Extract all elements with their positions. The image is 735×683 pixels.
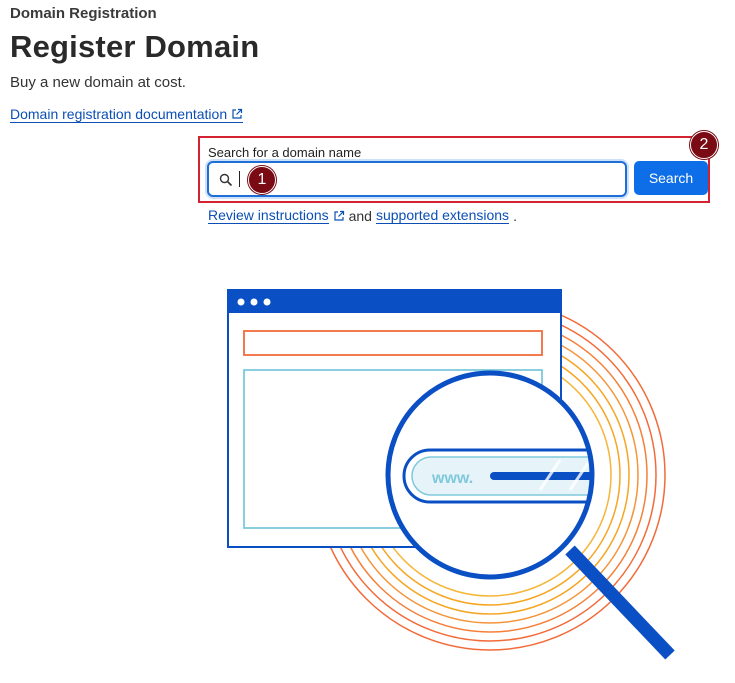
- and-text: and: [348, 207, 372, 224]
- page-title: Register Domain: [10, 29, 260, 64]
- annotation-badge-1: 1: [248, 166, 276, 194]
- annotation-badge-2: 2: [690, 131, 718, 159]
- breadcrumb: Domain Registration: [10, 5, 157, 22]
- domain-search-input[interactable]: [239, 169, 619, 189]
- documentation-link-label: Domain registration documentation: [10, 106, 228, 122]
- period-text: .: [513, 207, 517, 224]
- page-subtitle: Buy a new domain at cost.: [10, 74, 186, 91]
- illustration-url-text: www.: [431, 470, 473, 487]
- search-icon: [219, 173, 233, 187]
- search-button[interactable]: Search: [634, 161, 708, 195]
- review-instructions-link[interactable]: Review instructions: [208, 207, 329, 224]
- supported-extensions-link[interactable]: supported extensions: [375, 207, 510, 224]
- helper-text: Review instructions and supported extens…: [208, 207, 517, 224]
- external-link-icon: [334, 210, 344, 221]
- documentation-link[interactable]: Domain registration documentation: [10, 106, 244, 123]
- search-label: Search for a domain name: [208, 145, 362, 160]
- domain-search-illustration: www.: [227, 289, 675, 660]
- external-link-icon: [232, 108, 243, 119]
